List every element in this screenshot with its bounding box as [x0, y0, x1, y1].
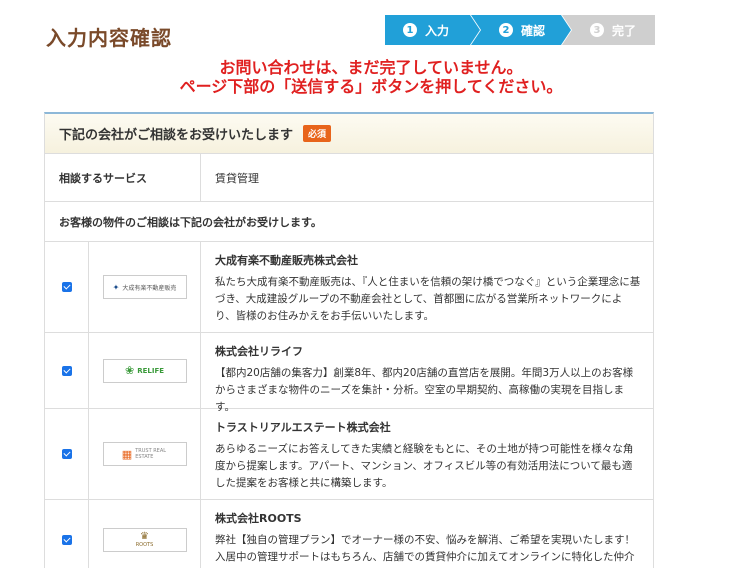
- company-logo: ✦ 大成有楽不動産販売: [102, 275, 187, 299]
- logo-text: TRUST REAL ESTATE: [135, 448, 167, 460]
- checkbox-cell: [45, 333, 89, 408]
- logo-cell: ♛ ROOTS: [89, 500, 201, 568]
- service-value: 賃貸管理: [215, 171, 259, 185]
- step-label: 完了: [612, 23, 637, 38]
- logo-cell: ❀ RELIFE: [89, 333, 201, 408]
- step-confirm: 2 確認: [471, 15, 571, 45]
- company-info: トラストリアルエステート株式会社 あらゆるニーズにお答えしてきた実績と経験をもと…: [201, 409, 653, 499]
- checkbox-cell: [45, 500, 89, 568]
- logo-mark-icon: ✦: [112, 282, 120, 292]
- company-name: 大成有楽不動産販売株式会社: [215, 254, 358, 267]
- company-name: 株式会社リライフ: [215, 345, 303, 358]
- step-number: 1: [403, 23, 417, 37]
- company-row: ❀ RELIFE 株式会社リライフ 【都内20店舗の集客力】創業8年、都内20店…: [45, 333, 653, 413]
- step-number: 2: [499, 23, 513, 37]
- company-logo: ❀ RELIFE: [102, 358, 187, 383]
- company-row: ▦ TRUST REAL ESTATE トラストリアルエステート株式会社 あらゆ…: [45, 409, 653, 500]
- company-checkbox[interactable]: [61, 534, 72, 545]
- logo-cell: ▦ TRUST REAL ESTATE: [89, 409, 201, 499]
- company-info: 株式会社リライフ 【都内20店舗の集客力】創業8年、都内20店舗の直営店を展開。…: [201, 333, 653, 413]
- section-header: 下記の会社がご相談をお受けいたします 必須: [45, 114, 653, 154]
- company-description: 私たち大成有楽不動産販売は、『人と住まいを信頼の架け橋でつなぐ』という企業理念に…: [215, 276, 641, 322]
- step-number: 3: [590, 23, 604, 37]
- checkbox-cell: [45, 242, 89, 332]
- progress-steps: 1 入力 2 確認 3 完了: [385, 15, 655, 45]
- step-input: 1 入力: [385, 15, 480, 45]
- page-title: 入力内容確認: [46, 26, 172, 50]
- checkbox-cell: [45, 409, 89, 499]
- warning-message: お問い合わせは、まだ完了していません。 ページ下部の「送信する」ボタンを押してく…: [0, 58, 742, 96]
- company-row: ♛ ROOTS 株式会社ROOTS 弊社【独自の管理プラン】でオーナー様の不安、…: [45, 500, 653, 568]
- section-title: 下記の会社がご相談をお受けいたします: [59, 128, 294, 143]
- company-checkbox[interactable]: [61, 449, 72, 459]
- company-info: 大成有楽不動産販売株式会社 私たち大成有楽不動産販売は、『人と住まいを信頼の架け…: [201, 242, 653, 332]
- warning-line-1: お問い合わせは、まだ完了していません。: [219, 58, 523, 77]
- company-checkbox[interactable]: [61, 365, 72, 376]
- company-logo: ♛ ROOTS: [102, 527, 187, 552]
- company-name: トラストリアルエステート株式会社: [215, 421, 391, 434]
- company-description: 弊社【独自の管理プラン】でオーナー様の不安、悩みを解消、ご希望を実現いたします！…: [215, 534, 635, 563]
- logo-mark-icon: ♛: [140, 530, 149, 542]
- company-info: 株式会社ROOTS 弊社【独自の管理プラン】でオーナー様の不安、悩みを解消、ご希…: [201, 500, 653, 568]
- company-name: 株式会社ROOTS: [215, 512, 302, 525]
- company-row: ✦ 大成有楽不動産販売 大成有楽不動産販売株式会社 私たち大成有楽不動産販売は、…: [45, 242, 653, 333]
- company-description: あらゆるニーズにお答えしてきた実績と経験をもとに、その土地が持つ可能性を様々な角…: [215, 443, 634, 489]
- service-row: 相談するサービス 賃貸管理: [45, 154, 653, 202]
- logo-cell: ✦ 大成有楽不動産販売: [89, 242, 201, 332]
- company-selection-box: 下記の会社がご相談をお受けいたします 必須 相談するサービス 賃貸管理 お客様の…: [44, 112, 654, 568]
- required-badge: 必須: [303, 125, 332, 142]
- logo-text: RELIFE: [137, 366, 165, 375]
- step-label: 入力: [425, 23, 450, 38]
- step-label: 確認: [521, 23, 546, 38]
- logo-mark-icon: ▦: [121, 447, 133, 461]
- service-label: 相談するサービス: [45, 154, 201, 201]
- logo-text: ROOTS: [135, 541, 154, 548]
- company-checkbox[interactable]: [61, 282, 72, 292]
- warning-line-2: ページ下部の「送信する」ボタンを押してください。: [179, 77, 563, 96]
- company-note: お客様の物件のご相談は下記の会社がお受けします。: [45, 202, 653, 242]
- company-logo: ▦ TRUST REAL ESTATE: [102, 442, 187, 466]
- step-complete: 3 完了: [562, 15, 655, 45]
- logo-text: 大成有楽不動産販売: [122, 284, 177, 292]
- logo-mark-icon: ❀: [124, 364, 135, 377]
